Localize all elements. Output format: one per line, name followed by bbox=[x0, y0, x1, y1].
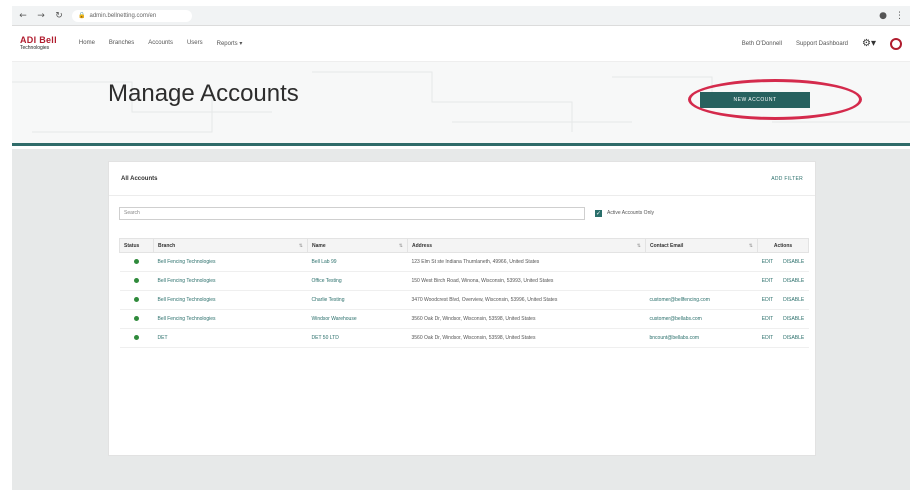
actions-cell: EDIT DISABLE bbox=[757, 271, 809, 291]
highlight-annotation bbox=[688, 79, 862, 120]
active-status-icon bbox=[134, 334, 139, 340]
address-cell: 3560 Oak Dr, Windsor, Wisconsin, 53598, … bbox=[407, 309, 646, 329]
edit-button[interactable]: EDIT bbox=[762, 316, 773, 322]
table-row[interactable]: Bell Fencing Technologies Windsor Wareho… bbox=[119, 309, 809, 329]
disable-button[interactable]: DISABLE bbox=[783, 259, 804, 265]
active-status-icon bbox=[134, 277, 139, 283]
reload-icon[interactable]: ↻ bbox=[54, 11, 64, 21]
nav-home[interactable]: Home bbox=[79, 40, 95, 47]
card-header: All Accounts ADD FILTER bbox=[109, 162, 815, 196]
table-row[interactable]: Bell Fencing Technologies Office Testing… bbox=[119, 271, 809, 291]
edit-button[interactable]: EDIT bbox=[762, 259, 773, 265]
avatar[interactable] bbox=[890, 37, 902, 50]
col-actions: Actions bbox=[757, 238, 809, 253]
sort-icon[interactable]: ⇅ bbox=[637, 243, 641, 249]
status-cell bbox=[119, 290, 154, 310]
name-cell[interactable]: DET 50 LTD bbox=[307, 328, 408, 348]
nav-users[interactable]: Users bbox=[187, 40, 203, 47]
forward-icon[interactable]: → bbox=[36, 11, 46, 21]
nav-branches[interactable]: Branches bbox=[109, 40, 134, 47]
table-row[interactable]: Bell Fencing Technologies Charlie Testin… bbox=[119, 290, 809, 310]
branch-cell[interactable]: Bell Fencing Technologies bbox=[153, 252, 308, 272]
actions-cell: EDIT DISABLE bbox=[757, 328, 809, 348]
col-status[interactable]: Status bbox=[119, 238, 154, 253]
email-cell[interactable] bbox=[645, 271, 758, 291]
add-filter-button[interactable]: ADD FILTER bbox=[771, 176, 803, 182]
extension-icon[interactable]: ● bbox=[879, 11, 887, 21]
active-status-icon bbox=[134, 315, 139, 321]
edit-button[interactable]: EDIT bbox=[762, 297, 773, 303]
actions-cell: EDIT DISABLE bbox=[757, 252, 809, 272]
sort-icon[interactable]: ⇅ bbox=[399, 243, 403, 249]
col-email[interactable]: Contact Email ⇅ bbox=[645, 238, 758, 253]
name-cell[interactable]: Charlie Testing bbox=[307, 290, 408, 310]
status-cell bbox=[119, 309, 154, 329]
content-area: All Accounts ADD FILTER Search ✓ Active … bbox=[12, 149, 910, 490]
email-cell[interactable]: customer@bellabs.com bbox=[645, 309, 758, 329]
address-bar[interactable]: 🔒 admin.bellnetting.com/en bbox=[72, 9, 192, 22]
sort-icon[interactable]: ⇅ bbox=[749, 243, 753, 249]
status-cell bbox=[119, 271, 154, 291]
col-address[interactable]: Address ⇅ bbox=[407, 238, 646, 253]
table-row[interactable]: Bell Fencing Technologies Bell Lab 99 12… bbox=[119, 252, 809, 272]
email-cell[interactable]: customer@bellfencing.com bbox=[645, 290, 758, 310]
filter-row: Search ✓ Active Accounts Only bbox=[119, 206, 809, 220]
name-cell[interactable]: Bell Lab 99 bbox=[307, 252, 408, 272]
col-name[interactable]: Name ⇅ bbox=[307, 238, 408, 253]
email-cell[interactable] bbox=[645, 252, 758, 272]
disable-button[interactable]: DISABLE bbox=[783, 278, 804, 284]
search-input[interactable]: Search bbox=[119, 206, 585, 220]
active-only-label: Active Accounts Only bbox=[607, 210, 654, 216]
address-cell: 123 Elm St ste Indiana Thurnlaneth, 4996… bbox=[407, 252, 646, 272]
accounts-table: Status Branch ⇅ Name ⇅ Address ⇅ Contact Em… bbox=[119, 238, 809, 348]
edit-button[interactable]: EDIT bbox=[762, 278, 773, 284]
browser-toolbar: ← → ↻ 🔒 admin.bellnetting.com/en ● ⋮ bbox=[12, 6, 910, 26]
name-cell[interactable]: Office Testing bbox=[307, 271, 408, 291]
top-nav: Home Branches Accounts Users Reports ▾ bbox=[79, 40, 242, 47]
active-only-toggle[interactable]: ✓ Active Accounts Only bbox=[595, 209, 654, 217]
nav-reports[interactable]: Reports ▾ bbox=[217, 40, 243, 47]
nav-accounts[interactable]: Accounts bbox=[148, 40, 173, 47]
menu-icon[interactable]: ⋮ bbox=[895, 11, 904, 21]
active-status-icon bbox=[134, 258, 139, 264]
active-status-icon bbox=[134, 296, 139, 302]
col-branch[interactable]: Branch ⇅ bbox=[153, 238, 308, 253]
edit-button[interactable]: EDIT bbox=[762, 335, 773, 341]
branch-cell[interactable]: DET bbox=[153, 328, 308, 348]
page-title: Manage Accounts bbox=[108, 80, 299, 107]
name-cell[interactable]: Windsor Warehouse bbox=[307, 309, 408, 329]
user-name[interactable]: Beth O'Donnell bbox=[742, 41, 782, 47]
sort-icon[interactable]: ⇅ bbox=[299, 243, 303, 249]
address-cell: 3470 Woodcrest Blvd, Overview, Wisconsin… bbox=[407, 290, 646, 310]
accounts-card: All Accounts ADD FILTER Search ✓ Active … bbox=[108, 161, 816, 456]
back-icon[interactable]: ← bbox=[18, 11, 28, 21]
app-header: ADI Bell Technologies Home Branches Acco… bbox=[12, 26, 910, 62]
lock-icon: 🔒 bbox=[78, 13, 86, 19]
disable-button[interactable]: DISABLE bbox=[783, 316, 804, 322]
actions-cell: EDIT DISABLE bbox=[757, 309, 809, 329]
address-cell: 3560 Oak Dr, Windsor, Wisconsin, 53598, … bbox=[407, 328, 646, 348]
url-text: admin.bellnetting.com/en bbox=[89, 12, 157, 19]
address-cell: 150 West Birch Road, Winona, Wisconsin, … bbox=[407, 271, 646, 291]
branch-cell[interactable]: Bell Fencing Technologies bbox=[153, 271, 308, 291]
branch-cell[interactable]: Bell Fencing Technologies bbox=[153, 290, 308, 310]
checkbox-checked-icon[interactable]: ✓ bbox=[595, 209, 602, 217]
card-title: All Accounts bbox=[121, 175, 158, 182]
disable-button[interactable]: DISABLE bbox=[783, 335, 804, 341]
table-row[interactable]: DET DET 50 LTD 3560 Oak Dr, Windsor, Wis… bbox=[119, 328, 809, 348]
gear-icon[interactable]: ⚙▾ bbox=[862, 38, 876, 49]
disable-button[interactable]: DISABLE bbox=[783, 297, 804, 303]
support-link[interactable]: Support Dashboard bbox=[796, 41, 848, 47]
status-cell bbox=[119, 252, 154, 272]
branch-cell[interactable]: Bell Fencing Technologies bbox=[153, 309, 308, 329]
status-cell bbox=[119, 328, 154, 348]
page-banner: Manage Accounts NEW ACCOUNT bbox=[12, 62, 910, 146]
email-cell[interactable]: bncount@bellabs.com bbox=[645, 328, 758, 348]
table-header-row: Status Branch ⇅ Name ⇅ Address ⇅ Contact Em… bbox=[119, 238, 809, 253]
logo[interactable]: ADI Bell Technologies bbox=[20, 36, 57, 51]
actions-cell: EDIT DISABLE bbox=[757, 290, 809, 310]
